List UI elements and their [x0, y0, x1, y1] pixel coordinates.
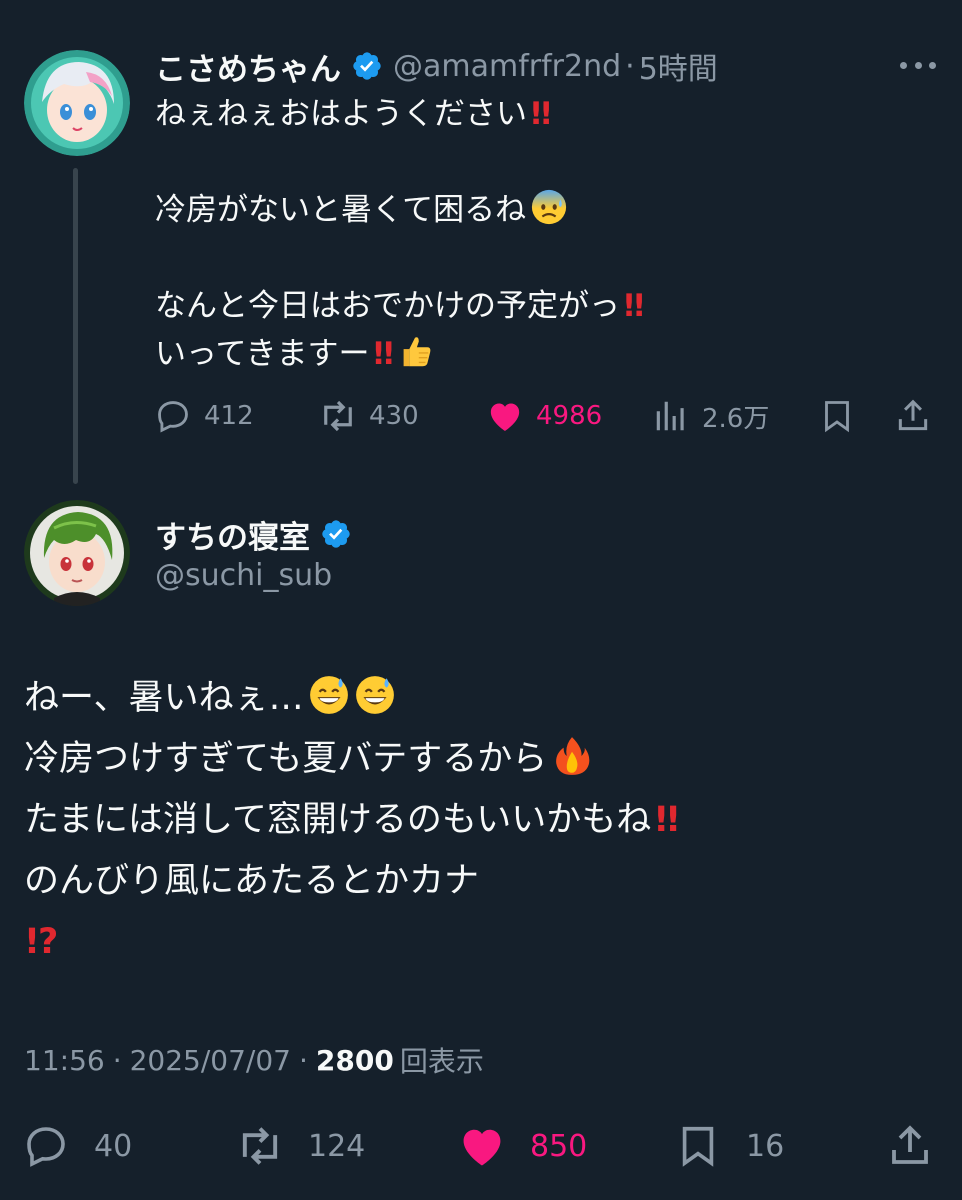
tweet-line: ねー、暑いねぇ… — [24, 668, 944, 729]
tweet-detail-page: こさめちゃん @amamfrfr2nd · 5時間 ねぇねぇおはようください!!… — [0, 0, 962, 1200]
share-icon — [892, 395, 934, 437]
bookmark-button[interactable]: 16 — [672, 1118, 784, 1174]
tweet-line: ねぇねぇおはようください!! — [155, 90, 935, 138]
meta-separator: · — [299, 1043, 308, 1077]
reply-button[interactable]: 412 — [152, 392, 254, 440]
tweet-line-text: たまには消して窓開けるのもいいかもね — [24, 800, 652, 840]
like-count: 850 — [530, 1128, 588, 1164]
main-tweet-text: ねー、暑いねぇ… 冷房つけすぎても夏バテするから たまには消して窓開けるのもいい… — [24, 668, 944, 973]
verified-badge-icon — [320, 518, 352, 550]
tweet-line-text: 冷房がないと暑くて困るね — [155, 192, 527, 228]
repost-count: 124 — [308, 1128, 366, 1164]
tweet-date[interactable]: 2025/07/07 — [130, 1044, 291, 1077]
views-label: 回表示 — [399, 1045, 484, 1078]
bookmark-button[interactable] — [816, 392, 858, 440]
like-button[interactable]: 850 — [456, 1118, 587, 1174]
double-exclamation-emoji: !! — [622, 288, 646, 324]
views-count: 2.6万 — [702, 403, 770, 434]
repost-count: 430 — [369, 401, 419, 431]
verified-badge-icon — [351, 50, 383, 82]
meta-separator: · — [112, 1043, 122, 1077]
reply-bubble-icon — [20, 1120, 72, 1172]
exclamation-question-emoji: !? — [24, 922, 58, 962]
like-button[interactable]: 4986 — [484, 392, 602, 440]
tweet-line: のんびり風にあたるとかカナ — [24, 851, 944, 912]
double-exclamation-emoji: !! — [653, 800, 681, 840]
tweet-meta: 11:56 · 2025/07/07 · 2800 回表示 — [24, 1038, 484, 1082]
views-count: 2800 — [315, 1043, 394, 1077]
main-tweet-actions: 40 124 850 16 — [20, 1118, 950, 1174]
fire-emoji — [551, 735, 593, 777]
more-dots-icon[interactable] — [900, 56, 936, 74]
tweet-line: たまには消して窓開けるのもいいかもね!! — [24, 790, 944, 851]
parent-author-handle[interactable]: @amamfrfr2nd — [393, 49, 621, 84]
main-tweet-header: すちの寝室 — [155, 512, 352, 556]
parent-tweet-text: ねぇねぇおはようください!! 冷房がないと暑くて困るね なんと今日はおでかけの予… — [155, 90, 935, 378]
reply-button[interactable]: 40 — [20, 1118, 132, 1174]
views-chart-icon — [650, 395, 692, 437]
double-exclamation-emoji: !! — [371, 336, 396, 372]
share-icon — [884, 1120, 936, 1172]
repost-button[interactable]: 124 — [234, 1118, 365, 1174]
header-separator: · — [625, 48, 635, 84]
tweet-line: 冷房がないと暑くて困るね — [155, 186, 935, 234]
parent-author-avatar[interactable] — [24, 50, 130, 156]
main-author-handle[interactable]: @suchi_sub — [155, 558, 332, 593]
views-button[interactable]: 2.6万 — [650, 392, 769, 440]
bookmark-icon — [816, 395, 858, 437]
double-exclamation-emoji: !! — [529, 96, 553, 132]
like-count: 4986 — [536, 401, 603, 431]
bookmark-count: 16 — [746, 1128, 785, 1164]
tweet-line-text: ねー、暑いねぇ… — [24, 678, 304, 718]
parent-tweet-actions: 412 430 4986 2.6万 — [152, 392, 942, 440]
tweet-line: !? — [24, 912, 944, 973]
parent-tweet-header: こさめちゃん @amamfrfr2nd · 5時間 — [155, 44, 718, 88]
tweet-line-text: ねぇねぇおはようください — [155, 96, 527, 132]
reply-bubble-icon — [152, 395, 194, 437]
tweet-line-text: のんびり風にあたるとかカナ — [24, 861, 480, 901]
tweet-line: いってきますー!! — [155, 330, 935, 378]
tweet-line-text: 冷房つけすぎても夏バテするから — [24, 739, 548, 779]
heart-icon — [484, 395, 526, 437]
share-button[interactable] — [892, 392, 934, 440]
tweet-time[interactable]: 11:56 — [24, 1044, 105, 1077]
tweet-line: なんと今日はおでかけの予定がっ!! — [155, 282, 935, 330]
repost-arrows-icon — [317, 395, 359, 437]
repost-arrows-icon — [234, 1120, 286, 1172]
tweet-line: 冷房つけすぎても夏バテするから — [24, 729, 944, 790]
tweet-line-text: いってきますー — [155, 336, 370, 372]
grinning-face-with-sweat-emoji — [308, 674, 350, 716]
reply-count: 40 — [94, 1128, 133, 1164]
bookmark-icon — [672, 1120, 724, 1172]
main-author-avatar[interactable] — [24, 500, 130, 606]
tweet-line-text: なんと今日はおでかけの予定がっ — [155, 288, 620, 324]
grinning-face-with-sweat-emoji — [354, 674, 396, 716]
main-author-name[interactable]: すちの寝室 — [155, 512, 310, 557]
thumbs-up-emoji — [396, 332, 434, 370]
reply-count: 412 — [204, 401, 254, 431]
parent-author-name[interactable]: こさめちゃん — [155, 44, 341, 89]
repost-button[interactable]: 430 — [317, 392, 419, 440]
parent-tweet-time[interactable]: 5時間 — [639, 44, 718, 88]
heart-icon — [456, 1120, 508, 1172]
share-button[interactable] — [884, 1118, 936, 1174]
thread-connector-line — [73, 168, 78, 484]
anxious-face-with-sweat-emoji — [530, 188, 568, 226]
